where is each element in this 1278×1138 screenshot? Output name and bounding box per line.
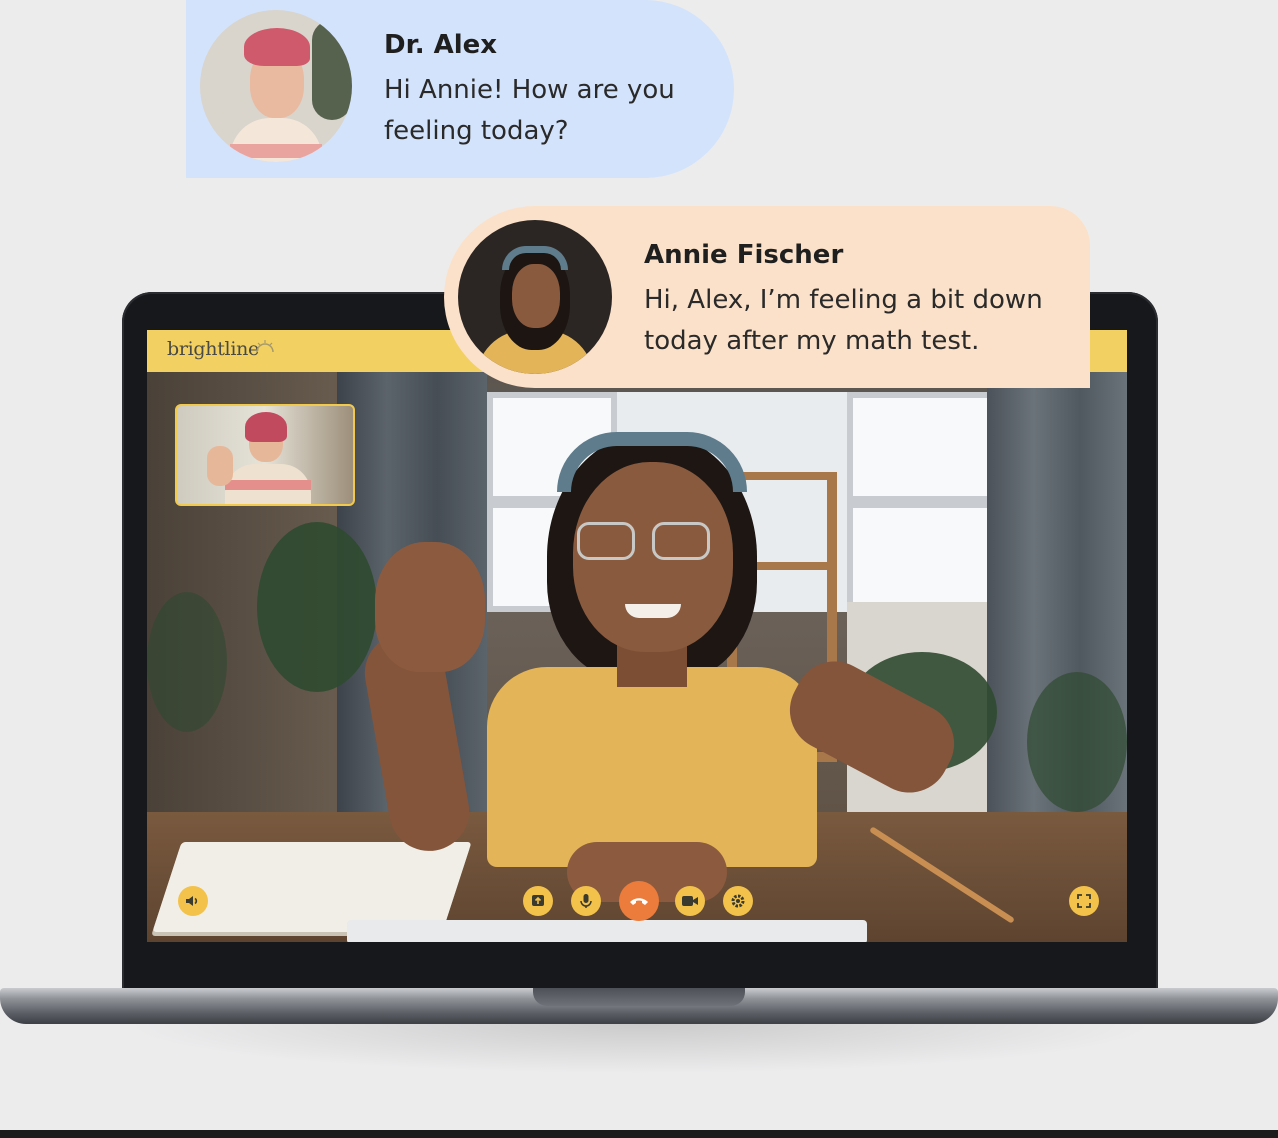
settings-button[interactable] (723, 886, 753, 916)
microphone-icon (580, 894, 592, 908)
settings-icon (731, 894, 745, 908)
sender-name: Annie Fischer (644, 240, 844, 270)
sun-icon (256, 340, 274, 353)
end-call-button[interactable] (619, 881, 659, 921)
brand-logo: brightline (167, 338, 259, 360)
laptop-shadow (120, 1024, 1160, 1074)
message-line: Hi Annie! How are you (384, 75, 675, 105)
laptop-notch (533, 988, 745, 1006)
volume-icon (186, 896, 198, 906)
remote-video (147, 372, 1127, 942)
avatar-dr-alex (200, 10, 352, 162)
video-call-screen: brightline (147, 330, 1127, 942)
message-line: today after my math test. (644, 326, 980, 356)
share-screen-button[interactable] (523, 886, 553, 916)
self-view-pip[interactable] (175, 404, 355, 506)
camera-icon (682, 896, 698, 906)
share-screen-icon (532, 895, 544, 906)
sender-name: Dr. Alex (384, 30, 498, 60)
avatar-annie-fischer (458, 220, 612, 374)
volume-button[interactable] (178, 886, 208, 916)
fullscreen-button[interactable] (1069, 886, 1099, 916)
message-line: feeling today? (384, 116, 569, 146)
end-call-icon (630, 898, 648, 905)
camera-button[interactable] (675, 886, 705, 916)
keyboard (347, 920, 867, 942)
message-line: Hi, Alex, I’m feeling a bit down (644, 285, 1043, 315)
fullscreen-icon (1077, 894, 1091, 908)
microphone-button[interactable] (571, 886, 601, 916)
bottom-bar (0, 1130, 1278, 1138)
